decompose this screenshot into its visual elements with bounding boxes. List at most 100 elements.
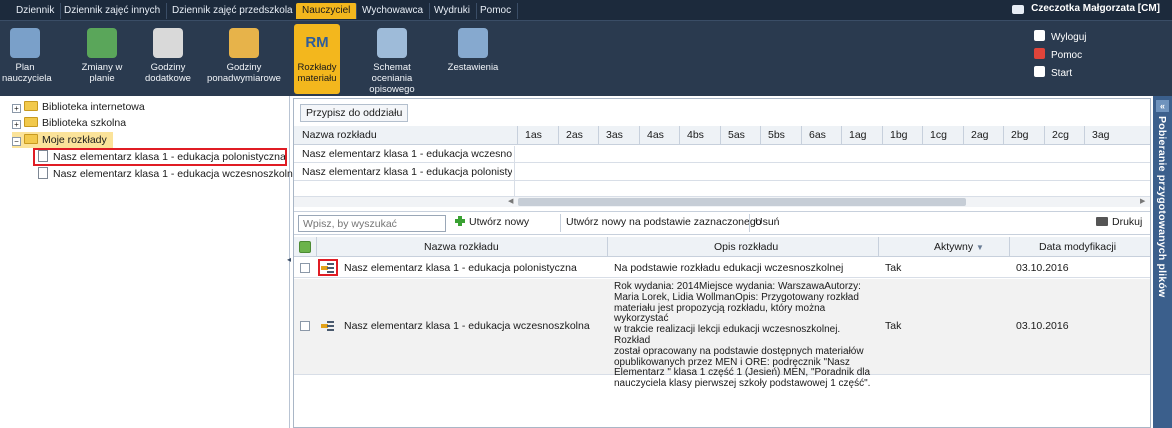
column-opis[interactable]: Opis rozkładu xyxy=(714,237,778,257)
delete-button[interactable]: Usuń xyxy=(749,214,785,232)
description-line: w trakcie realizacji lekcji edukacji wcz… xyxy=(614,324,841,346)
description-line: nauczyciela klasy pierwszej szkoły podst… xyxy=(614,378,871,390)
godziny-dodatkowe-button[interactable]: Godziny dodatkowe xyxy=(141,24,195,94)
chat-icon[interactable] xyxy=(1012,5,1024,14)
create-new-button[interactable]: Utwórz nowy xyxy=(450,214,534,232)
plan-nauczyciela-line2: nauczyciela xyxy=(2,73,52,84)
class-column-header[interactable]: 5as xyxy=(728,126,745,145)
godziny-ponadwymiarowe-button[interactable]: Godziny ponadwymiarowe xyxy=(204,24,284,94)
zestawienia-line1: Zestawienia xyxy=(447,62,499,73)
schemat-oceniania-button[interactable]: Schemat oceniania opisowego xyxy=(352,24,432,95)
zestawienia-button[interactable]: Zestawienia xyxy=(441,24,505,94)
godziny-ponadwymiarowe-line1: Godziny xyxy=(226,62,262,73)
schedule-modified-date: 03.10.2016 xyxy=(1016,320,1069,332)
create-new-label: Utwórz nowy xyxy=(469,216,530,228)
start-label: Start xyxy=(1051,68,1073,79)
lock-icon xyxy=(1034,30,1045,41)
schedule-row-polonistyczna[interactable]: Nasz elementarz klasa 1 - edukacja polon… xyxy=(294,258,1150,278)
downloads-sidebar[interactable]: « Pobieranie przygotowanych plików xyxy=(1153,96,1172,428)
class-column-header[interactable]: 6as xyxy=(809,126,826,145)
logout-link[interactable]: Wyloguj xyxy=(1034,30,1086,43)
class-column-header[interactable]: 1ag xyxy=(849,126,867,145)
schedule-row-wczesnoszkolna[interactable]: Nasz elementarz klasa 1 - edukacja wczes… xyxy=(294,279,1150,389)
schedule-changes-icon xyxy=(87,28,117,58)
expand-icon[interactable]: + xyxy=(12,104,21,113)
scroll-right-arrow[interactable]: ▶ xyxy=(1140,197,1145,205)
horizontal-scrollbar[interactable]: ◀ ▶ xyxy=(294,196,1150,207)
create-from-selected-button[interactable]: Utwórz nowy na podstawie zaznaczonego xyxy=(560,214,767,232)
search-input[interactable] xyxy=(298,215,446,232)
class-column-header[interactable]: 2bg xyxy=(1011,126,1029,145)
menu-item-nauczyciel[interactable]: Nauczyciel xyxy=(296,3,358,19)
menu-item-dziennik-zajec-innych[interactable]: Dziennik zajęć innych xyxy=(58,3,168,19)
expand-icon[interactable]: + xyxy=(12,120,21,129)
reports-icon xyxy=(458,28,488,58)
schedule-grid-header: Nazwa rozkładu Opis rozkładu Aktywny ▼ D… xyxy=(294,237,1150,257)
schedule-name: Nasz elementarz klasa 1 - edukacja polon… xyxy=(344,262,577,274)
print-label: Drukuj xyxy=(1112,216,1143,228)
plus-icon xyxy=(455,216,465,226)
rozklady-materialu-button[interactable]: RM Rozkłady materiału xyxy=(294,24,340,94)
schemat-oceniania-line1: Schemat oceniania xyxy=(371,62,413,84)
top-bar: Dziennik Dziennik zajęć innych Dziennik … xyxy=(0,0,1172,96)
class-column-header[interactable]: 4as xyxy=(647,126,664,145)
zmiany-w-planie-line1: Zmiany w xyxy=(81,62,123,73)
tree-item-biblioteka-szkolna[interactable]: + Biblioteka szkolna xyxy=(12,115,126,131)
column-nazwa[interactable]: Nazwa rozkładu xyxy=(424,237,499,257)
column-nazwa-rozkladu[interactable]: Nazwa rozkładu xyxy=(302,126,377,145)
column-aktywny[interactable]: Aktywny ▼ xyxy=(934,237,984,258)
overtime-hours-icon xyxy=(229,28,259,58)
collapse-icon[interactable]: − xyxy=(12,137,21,146)
main-menu: Dziennik Dziennik zajęć innych Dziennik … xyxy=(0,0,1172,21)
class-column-header[interactable]: 3as xyxy=(606,126,623,145)
assignment-row[interactable]: Nasz elementarz klasa 1 - edukacja polon… xyxy=(294,164,1150,181)
tree-item-biblioteka-internetowa[interactable]: + Biblioteka internetowa xyxy=(12,99,145,115)
class-column-header[interactable]: 5bs xyxy=(768,126,785,145)
menu-item-dziennik[interactable]: Dziennik xyxy=(10,3,62,19)
godziny-dodatkowe-line1: Godziny xyxy=(150,62,186,73)
grading-scheme-icon xyxy=(377,28,407,58)
edit-schedule-icon[interactable] xyxy=(321,320,334,331)
print-button[interactable]: Drukuj xyxy=(1091,214,1147,232)
row-checkbox[interactable] xyxy=(300,263,310,273)
class-column-header[interactable]: 3ag xyxy=(1092,126,1110,145)
schedule-active: Tak xyxy=(885,320,902,332)
menu-item-wydruki[interactable]: Wydruki xyxy=(428,3,478,19)
class-column-header[interactable]: 1bg xyxy=(890,126,908,145)
assignment-row[interactable]: Nasz elementarz klasa 1 - edukacja wczes… xyxy=(294,146,1150,163)
class-column-header[interactable]: 2cg xyxy=(1052,126,1069,145)
class-column-header[interactable]: 4bs xyxy=(687,126,704,145)
menu-item-wychowawca[interactable]: Wychowawca xyxy=(356,3,431,19)
teacher-icon xyxy=(10,28,40,58)
class-column-header[interactable]: 1as xyxy=(525,126,542,145)
zmiany-w-planie-button[interactable]: Zmiany w planie xyxy=(76,24,128,94)
assign-to-class-button[interactable]: Przypisz do oddziału xyxy=(300,104,409,122)
plan-nauczyciela-button[interactable]: Plan nauczyciela xyxy=(2,24,52,94)
printer-icon xyxy=(1096,217,1108,226)
open-folder-icon xyxy=(24,134,38,144)
expand-sidebar-icon[interactable]: « xyxy=(1156,100,1169,112)
document-icon xyxy=(38,167,48,179)
column-data-modyfikacji[interactable]: Data modyfikacji xyxy=(1039,237,1116,257)
tree-item-label: Moje rozkłady xyxy=(42,134,107,146)
schedule-toolbar: Utwórz nowy Utwórz nowy na podstawie zaz… xyxy=(294,211,1150,235)
user-name: Czeczotka Małgorzata [CM] xyxy=(1031,3,1160,14)
schedule-tree: + Biblioteka internetowa + Biblioteka szko… xyxy=(0,96,299,428)
tree-item-schedule-polonistyczna[interactable]: Nasz elementarz klasa 1 - edukacja polon… xyxy=(33,148,287,166)
schedule-active: Tak xyxy=(885,262,902,274)
start-link[interactable]: Start xyxy=(1034,66,1072,79)
menu-item-dziennik-zajec-przedszkola[interactable]: Dziennik zajęć przedszkola xyxy=(166,3,300,19)
help-link[interactable]: Pomoc xyxy=(1034,48,1082,61)
class-column-header[interactable]: 1cg xyxy=(930,126,947,145)
tree-item-schedule-wczesnoszkolna[interactable]: Nasz elementarz klasa 1 - edukacja wczes… xyxy=(38,166,299,182)
class-column-header[interactable]: 2ag xyxy=(971,126,989,145)
row-checkbox[interactable] xyxy=(300,321,310,331)
select-all-checkbox-icon[interactable] xyxy=(299,241,311,253)
menu-item-pomoc[interactable]: Pomoc xyxy=(474,3,519,19)
panel-splitter[interactable]: ◂ xyxy=(287,255,291,269)
scroll-thumb[interactable] xyxy=(518,198,966,206)
tree-item-moje-rozklady[interactable]: − Moje rozkłady xyxy=(12,132,113,148)
class-column-header[interactable]: 2as xyxy=(566,126,583,145)
downloads-sidebar-label: Pobieranie przygotowanych plików xyxy=(1156,116,1168,298)
scroll-left-arrow[interactable]: ◀ xyxy=(508,197,513,205)
